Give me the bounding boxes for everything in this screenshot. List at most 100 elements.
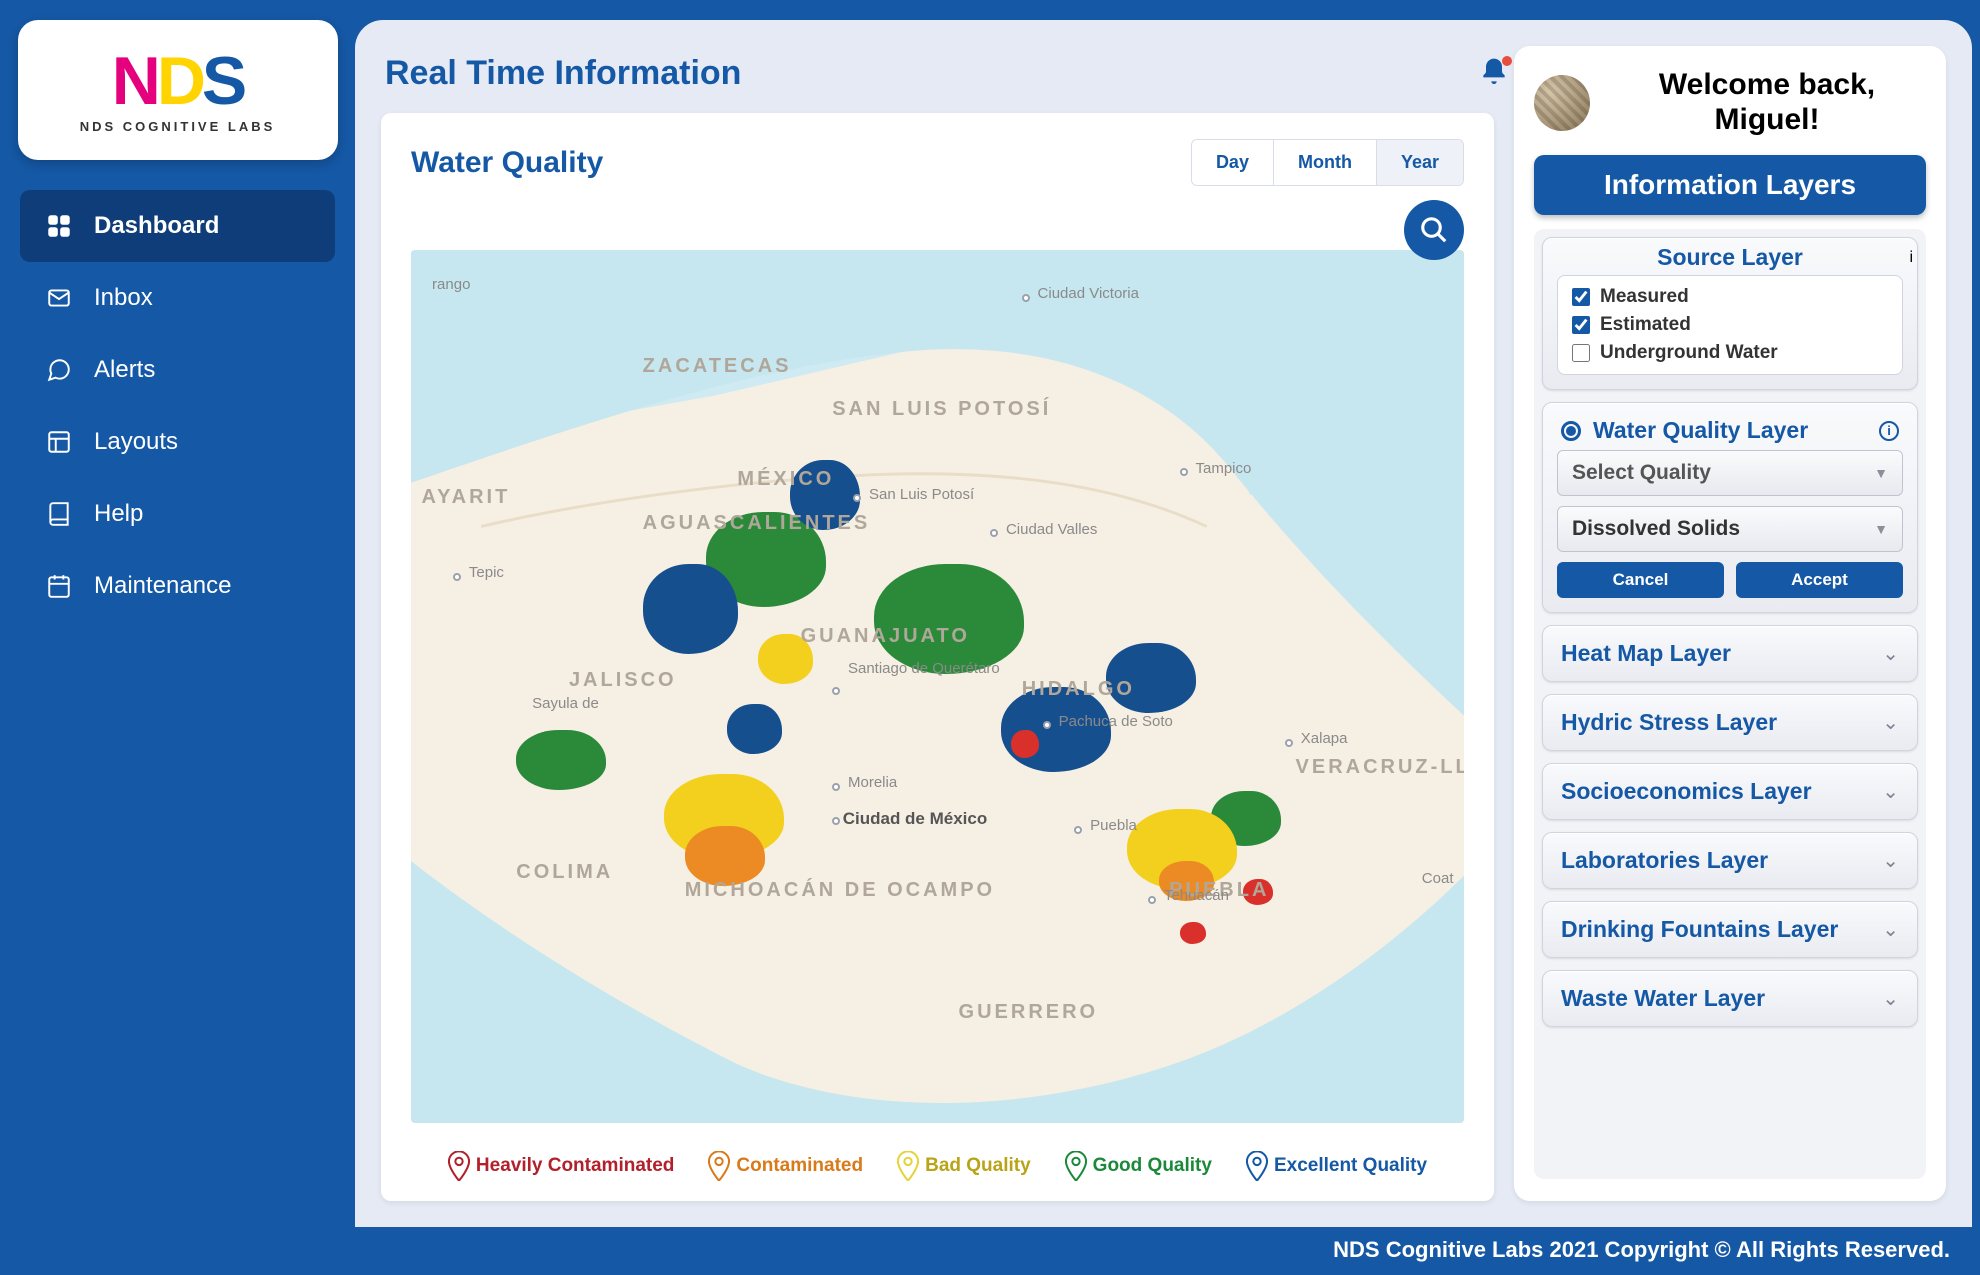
group-title: Drinking Fountains Layer bbox=[1561, 916, 1838, 943]
group-title: Waste Water Layer bbox=[1561, 985, 1765, 1012]
group-collapsed: Drinking Fountains Layer ⌄ bbox=[1542, 901, 1918, 958]
legend-label: Heavily Contaminated bbox=[476, 1155, 675, 1177]
option-label: Measured bbox=[1600, 286, 1689, 308]
map-state-label: ZACATECAS bbox=[643, 355, 792, 378]
select-label: Select Quality bbox=[1572, 461, 1711, 485]
radio-selected-icon[interactable] bbox=[1561, 421, 1581, 441]
water-quality-card: Water Quality Day Month Year bbox=[381, 113, 1494, 1201]
layout-icon bbox=[46, 429, 72, 455]
page-title: Real Time Information bbox=[385, 54, 1494, 93]
map-state-label: JALISCO bbox=[569, 669, 677, 692]
map-state-label: MÉXICO bbox=[737, 468, 834, 491]
checkbox[interactable] bbox=[1572, 344, 1590, 362]
map-city-label: Pachuca de Soto bbox=[1059, 713, 1173, 730]
map-state-label: GUANAJUATO bbox=[801, 625, 970, 648]
grid-icon bbox=[46, 213, 72, 239]
chevron-down-icon: ⌄ bbox=[1882, 641, 1899, 666]
map[interactable]: ZACATECAS SAN LUIS POTOSÍ MÉXICO AGUASCA… bbox=[411, 250, 1464, 1123]
source-option[interactable]: Underground Water bbox=[1572, 342, 1888, 364]
group-title: Socioeconomics Layer bbox=[1561, 778, 1812, 805]
sidebar-item-layouts[interactable]: Layouts bbox=[20, 406, 335, 478]
map-city-label: Sayula de bbox=[532, 695, 599, 712]
option-label: Underground Water bbox=[1600, 342, 1778, 364]
sidebar-item-label: Layouts bbox=[94, 428, 178, 456]
sidebar-item-inbox[interactable]: Inbox bbox=[20, 262, 335, 334]
accept-button[interactable]: Accept bbox=[1736, 562, 1903, 598]
group-toggle[interactable]: Waste Water Layer ⌄ bbox=[1543, 971, 1917, 1026]
map-city-label: Tehuacán bbox=[1164, 887, 1229, 904]
sidebar-item-dashboard[interactable]: Dashboard bbox=[20, 190, 335, 262]
legend-label: Contaminated bbox=[736, 1155, 863, 1177]
map-state-label: VERACRUZ-LLAVE bbox=[1296, 756, 1464, 779]
brand-logo: NDS NDS COGNITIVE LABS bbox=[18, 20, 338, 160]
footer-copyright: NDS Cognitive Labs 2021 Copyright © All … bbox=[0, 1227, 1980, 1275]
map-city-label: Ciudad Victoria bbox=[1038, 285, 1139, 302]
sidebar-item-maintenance[interactable]: Maintenance bbox=[20, 550, 335, 622]
main-panel: Real Time Information Water Quality Day … bbox=[355, 20, 1972, 1227]
group-water-quality-layer: Water Quality Layer i Select Quality ▼ D… bbox=[1542, 402, 1918, 613]
map-state-label: AGUASCALIENTES bbox=[643, 512, 871, 535]
checkbox[interactable] bbox=[1572, 288, 1590, 306]
group-title: Heat Map Layer bbox=[1561, 640, 1731, 667]
group-toggle[interactable]: Heat Map Layer ⌄ bbox=[1543, 626, 1917, 681]
map-state-label: GUERRERO bbox=[959, 1001, 1099, 1024]
chevron-down-icon: ⌄ bbox=[1882, 917, 1899, 942]
welcome-text: Welcome back,Miguel! bbox=[1608, 68, 1926, 137]
sidebar-item-label: Alerts bbox=[94, 356, 155, 384]
group-collapsed: Laboratories Layer⌄ bbox=[1542, 832, 1918, 889]
chevron-down-icon: ⌄ bbox=[1882, 986, 1899, 1011]
select-quality[interactable]: Select Quality ▼ bbox=[1557, 450, 1903, 496]
group-toggle[interactable]: Drinking Fountains Layer ⌄ bbox=[1543, 902, 1917, 957]
sidebar-item-help[interactable]: Help bbox=[20, 478, 335, 550]
range-year[interactable]: Year bbox=[1376, 140, 1463, 185]
group-toggle[interactable]: Laboratories Layer⌄ bbox=[1543, 833, 1917, 888]
map-city-label: Tampico bbox=[1195, 460, 1251, 477]
group-title: Source Layer bbox=[1657, 244, 1803, 271]
checkbox[interactable] bbox=[1572, 316, 1590, 334]
map-state-label: AYARIT bbox=[422, 486, 511, 509]
avatar[interactable] bbox=[1534, 75, 1590, 131]
info-icon[interactable]: i bbox=[1909, 249, 1913, 267]
book-icon bbox=[46, 501, 72, 527]
map-state-label: MICHOACÁN DE OCAMPO bbox=[685, 879, 995, 902]
source-option[interactable]: Estimated bbox=[1572, 314, 1888, 336]
group-toggle[interactable]: Hydric Stress Layer⌄ bbox=[1543, 695, 1917, 750]
range-month[interactable]: Month bbox=[1273, 140, 1376, 185]
time-range-segment: Day Month Year bbox=[1191, 139, 1464, 186]
chevron-down-icon: ▼ bbox=[1874, 465, 1888, 481]
group-collapsed: Heat Map Layer ⌄ bbox=[1542, 625, 1918, 682]
map-search-button[interactable] bbox=[1404, 200, 1464, 260]
sidebar-item-label: Inbox bbox=[94, 284, 153, 312]
group-title: Water Quality Layer bbox=[1593, 417, 1808, 444]
group-collapsed: Socioeconomics Layer⌄ bbox=[1542, 763, 1918, 820]
source-option[interactable]: Measured bbox=[1572, 286, 1888, 308]
sidebar-item-label: Maintenance bbox=[94, 572, 231, 600]
option-label: Estimated bbox=[1600, 314, 1691, 336]
group-toggle[interactable]: Socioeconomics Layer⌄ bbox=[1543, 764, 1917, 819]
layers-header: Information Layers bbox=[1534, 155, 1926, 215]
nav: Dashboard Inbox Alerts Layouts Help Main… bbox=[20, 190, 335, 622]
search-icon bbox=[1419, 215, 1449, 245]
map-state-label: COLIMA bbox=[516, 861, 613, 884]
map-city-label: Puebla bbox=[1090, 817, 1137, 834]
brand-mark: NDS bbox=[112, 47, 244, 115]
right-panel: Welcome back,Miguel! Information Layers … bbox=[1514, 46, 1946, 1201]
cancel-button[interactable]: Cancel bbox=[1557, 562, 1724, 598]
legend-item: Contaminated bbox=[708, 1151, 863, 1181]
select-label: Dissolved Solids bbox=[1572, 517, 1740, 541]
sidebar: NDS NDS COGNITIVE LABS Dashboard Inbox A… bbox=[0, 20, 355, 1227]
info-icon[interactable]: i bbox=[1879, 421, 1899, 441]
sidebar-item-alerts[interactable]: Alerts bbox=[20, 334, 335, 406]
select-parameter[interactable]: Dissolved Solids ▼ bbox=[1557, 506, 1903, 552]
notifications-button[interactable] bbox=[1478, 56, 1510, 93]
legend: Heavily Contaminated Contaminated Bad Qual… bbox=[411, 1123, 1464, 1181]
brand-subtitle: NDS COGNITIVE LABS bbox=[80, 119, 276, 134]
legend-item: Excellent Quality bbox=[1246, 1151, 1427, 1181]
map-city-label: rango bbox=[432, 276, 470, 293]
range-day[interactable]: Day bbox=[1192, 140, 1273, 185]
chevron-down-icon: ⌄ bbox=[1882, 848, 1899, 873]
map-city-label: Tepic bbox=[469, 564, 504, 581]
map-state-label: HIDALGO bbox=[1022, 678, 1135, 701]
legend-label: Bad Quality bbox=[925, 1155, 1031, 1177]
legend-label: Good Quality bbox=[1093, 1155, 1212, 1177]
